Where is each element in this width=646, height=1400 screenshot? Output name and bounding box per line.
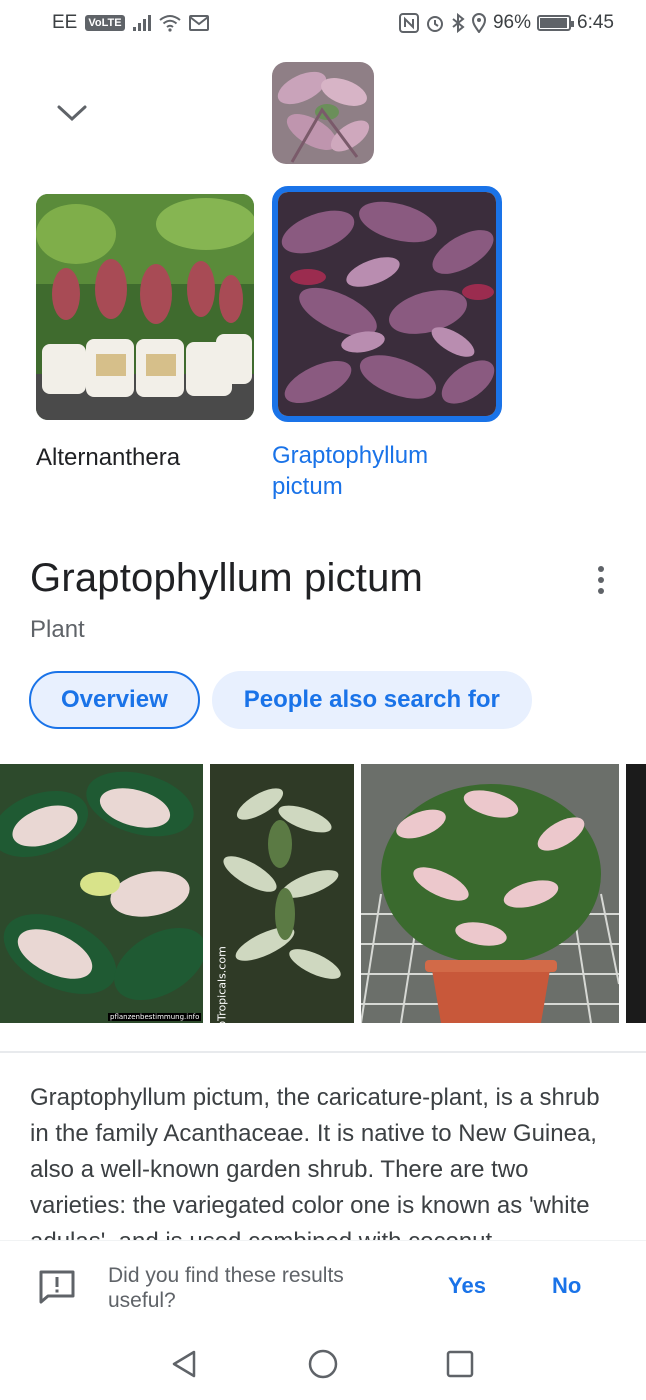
query-image-thumbnail[interactable] — [272, 62, 374, 164]
feedback-bar: Did you find these results useful? Yes N… — [0, 1240, 646, 1324]
feedback-question: Did you find these results useful? — [108, 1264, 344, 1312]
feedback-yes-button[interactable]: Yes — [448, 1273, 486, 1299]
back-icon — [172, 1350, 196, 1378]
result-card-alternanthera[interactable]: Alternanthera — [36, 190, 254, 473]
result-image[interactable] — [272, 186, 502, 422]
recents-icon — [446, 1350, 474, 1378]
tab-overview[interactable]: Overview — [29, 671, 200, 729]
nav-home-button[interactable] — [303, 1344, 343, 1384]
result-card-graptophyllum[interactable]: Graptophyllum pictum — [272, 186, 502, 502]
gallery-image[interactable]: pflanzenbestimmung.info — [0, 764, 203, 1023]
page-title: Graptophyllum pictum — [30, 556, 424, 600]
gallery-image[interactable] — [361, 764, 619, 1023]
home-icon — [308, 1349, 338, 1379]
feedback-no-button[interactable]: No — [552, 1273, 581, 1299]
status-right: 96% 6:45 — [398, 12, 614, 34]
collapse-button[interactable] — [52, 96, 92, 130]
battery-percent: 96% — [492, 12, 532, 33]
nav-recents-button[interactable] — [440, 1344, 480, 1384]
battery-icon — [537, 15, 575, 31]
volte-badge: VoLTE — [85, 15, 125, 31]
divider — [0, 1051, 646, 1053]
result-label[interactable]: Graptophyllum pictum — [272, 440, 472, 502]
system-nav-bar — [0, 1324, 646, 1400]
location-icon — [471, 13, 486, 33]
clock: 6:45 — [577, 12, 614, 33]
status-left: EE VoLTE — [52, 12, 209, 34]
more-options-button[interactable] — [586, 562, 616, 598]
tab-people-also-search-for[interactable]: People also search for — [211, 671, 532, 729]
alarm-icon — [426, 16, 443, 32]
entity-type: Plant — [30, 616, 85, 643]
tab-bar: Overview People also search for — [29, 671, 532, 729]
carrier-label: EE — [52, 12, 78, 33]
feedback-icon — [39, 1270, 75, 1304]
status-bar: EE VoLTE 96% 6:45 — [0, 0, 646, 48]
entity-description: Graptophyllum pictum, the caricature-pla… — [30, 1084, 600, 1240]
chevron-down-icon — [57, 105, 87, 122]
result-image[interactable] — [36, 194, 254, 420]
nav-back-button[interactable] — [164, 1344, 204, 1384]
signal-icon — [132, 15, 151, 31]
image-watermark: pflanzenbestimmung.info — [108, 1013, 202, 1021]
gallery-image[interactable]: ©TopTropicals.com — [210, 764, 354, 1023]
image-gallery: pflanzenbestimmung.info ©TopTropicals.co… — [0, 764, 646, 1024]
gallery-image-partial[interactable] — [626, 764, 646, 1023]
nfc-icon — [398, 13, 419, 33]
more-vert-icon — [598, 566, 604, 572]
bluetooth-icon — [452, 13, 465, 33]
gmail-icon — [188, 15, 209, 31]
result-label[interactable]: Alternanthera — [36, 442, 254, 473]
wifi-icon — [158, 15, 181, 32]
image-watermark: ©TopTropicals.com — [215, 946, 229, 1023]
